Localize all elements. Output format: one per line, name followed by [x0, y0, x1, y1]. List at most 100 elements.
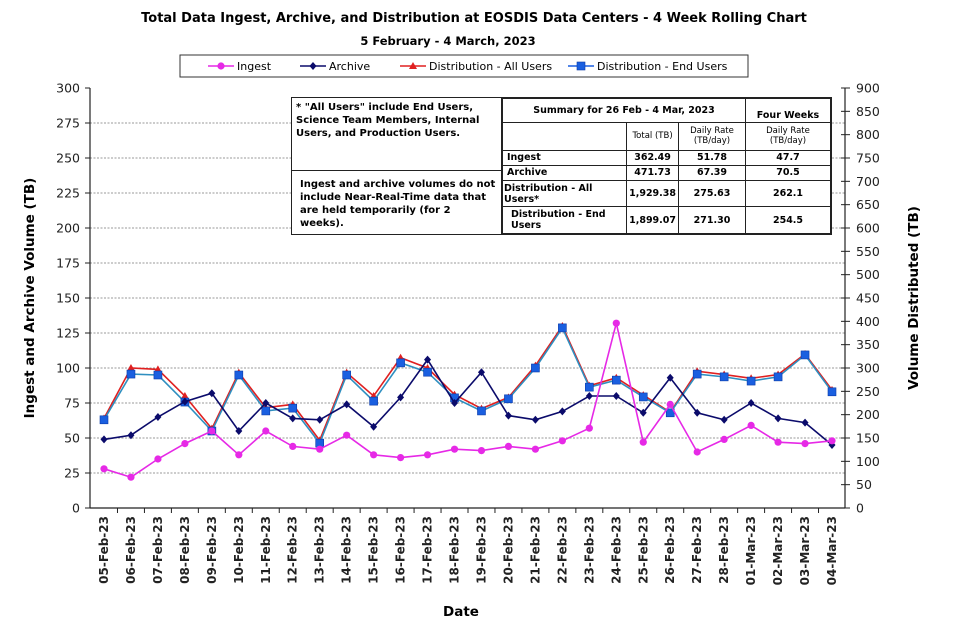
y-axis-right-ticks: 0 50 100 150 200 250 300 350 400 450 500 550 600 650 7… [841, 81, 880, 516]
row-four-weeks: 254.5 [745, 206, 831, 234]
series-line [103, 323, 833, 479]
y-tick-label: 275 [56, 116, 80, 131]
data-point [100, 435, 108, 444]
data-point [396, 454, 405, 462]
summary-row-archive: Archive 471.73 67.39 70.5 [501, 164, 831, 181]
x-tick-label: 01-Mar-23 [744, 516, 758, 585]
col-total-header: Total (TB) [626, 122, 679, 151]
data-point [153, 370, 163, 380]
y-tick-label: 300 [56, 81, 80, 96]
x-tick-label: 16-Feb-23 [394, 516, 408, 584]
data-point [801, 440, 809, 448]
data-point [262, 427, 270, 435]
data-point [531, 363, 540, 373]
x-tick-label: 12-Feb-23 [286, 516, 300, 584]
data-point [639, 438, 647, 446]
data-point [719, 372, 729, 382]
y2-tick-label: 100 [856, 454, 880, 469]
data-point [504, 442, 513, 450]
col-daily-header: Daily Rate (TB/day) [678, 122, 746, 151]
series-distribution-all-users [100, 322, 836, 444]
legend-label: Ingest [237, 60, 272, 73]
data-point [612, 392, 620, 400]
all-users-note-text: * "All Users" include End Users, Science… [296, 102, 480, 139]
data-point [747, 421, 755, 429]
data-point [585, 392, 593, 400]
y2-tick-label: 850 [856, 104, 880, 119]
row-total: 362.49 [626, 150, 679, 166]
x-tick-label: 09-Feb-23 [205, 516, 219, 584]
data-point [235, 451, 243, 459]
data-point [531, 445, 540, 453]
y2-tick-label: 650 [856, 197, 880, 212]
chart-subtitle: 5 February - 4 March, 2023 [360, 34, 535, 48]
data-point [720, 435, 728, 443]
data-point [127, 473, 135, 481]
data-point [720, 415, 728, 424]
data-point [693, 448, 701, 456]
data-point [370, 451, 378, 459]
data-point [217, 62, 225, 70]
x-tick-label: 15-Feb-23 [367, 516, 381, 584]
data-point [828, 437, 836, 445]
data-point [154, 413, 162, 421]
data-point [746, 376, 756, 386]
legend: Ingest Archive Distribution - All Users Dis… [179, 54, 749, 78]
y-axis-left-title: Ingest and Archive Volume (TB) [22, 178, 38, 419]
data-point [774, 414, 782, 423]
y-tick-label: 200 [56, 221, 80, 236]
data-point [477, 406, 486, 416]
x-tick-label: 11-Feb-23 [259, 516, 273, 584]
series-group [99, 319, 837, 481]
x-tick-label: 18-Feb-23 [448, 516, 462, 584]
data-point [316, 415, 324, 424]
data-point [576, 61, 586, 71]
x-axis-title: Date [443, 604, 479, 620]
data-point [774, 438, 782, 446]
row-label: Ingest [501, 150, 628, 166]
y2-tick-label: 500 [856, 267, 880, 282]
data-point [100, 465, 108, 473]
x-tick-label: 28-Feb-23 [717, 516, 731, 584]
data-point [558, 437, 566, 445]
y-axis-left-ticks: 0 25 50 75 100 125 150 175 200 225 250 275 300 [56, 81, 90, 516]
y2-tick-label: 800 [856, 127, 880, 142]
chart-title: Total Data Ingest, Archive, and Distribu… [141, 11, 807, 26]
data-point [692, 369, 702, 379]
x-tick-label: 04-Mar-23 [825, 516, 839, 585]
data-point [99, 415, 109, 425]
x-tick-label: 20-Feb-23 [501, 516, 515, 584]
data-point [800, 350, 810, 360]
data-point [450, 445, 459, 453]
data-point [396, 358, 405, 368]
x-tick-label: 23-Feb-23 [582, 516, 596, 584]
y2-tick-label: 250 [856, 384, 880, 399]
y-tick-label: 150 [56, 291, 80, 306]
x-axis-ticks: 05-Feb-23 06-Feb-23 07-Feb-23 08-Feb-23 09-F… [97, 508, 839, 585]
y2-tick-label: 600 [856, 221, 880, 236]
x-tick-label: 14-Feb-23 [340, 516, 354, 584]
y-tick-label: 100 [56, 361, 80, 376]
x-tick-label: 26-Feb-23 [663, 516, 677, 584]
x-tick-label: 17-Feb-23 [421, 516, 435, 584]
row-label: Archive [501, 164, 628, 181]
x-tick-label: 19-Feb-23 [474, 516, 488, 584]
data-point [208, 427, 216, 435]
data-point [126, 369, 136, 379]
y-tick-label: 75 [64, 396, 80, 411]
data-point [666, 400, 674, 408]
row-four-weeks: 262.1 [745, 179, 831, 208]
data-point [531, 415, 539, 424]
data-point [369, 396, 378, 406]
data-point [181, 440, 189, 448]
data-point [585, 424, 593, 432]
data-point [423, 451, 432, 459]
data-point [423, 367, 432, 377]
data-point [289, 414, 297, 423]
summary-row-dist-all: Distribution - All Users* 1,929.38 275.6… [501, 179, 831, 208]
data-point [289, 442, 297, 450]
x-tick-label: 25-Feb-23 [636, 516, 650, 584]
x-tick-label: 13-Feb-23 [313, 516, 327, 584]
data-point [612, 319, 620, 327]
data-point [827, 387, 837, 397]
